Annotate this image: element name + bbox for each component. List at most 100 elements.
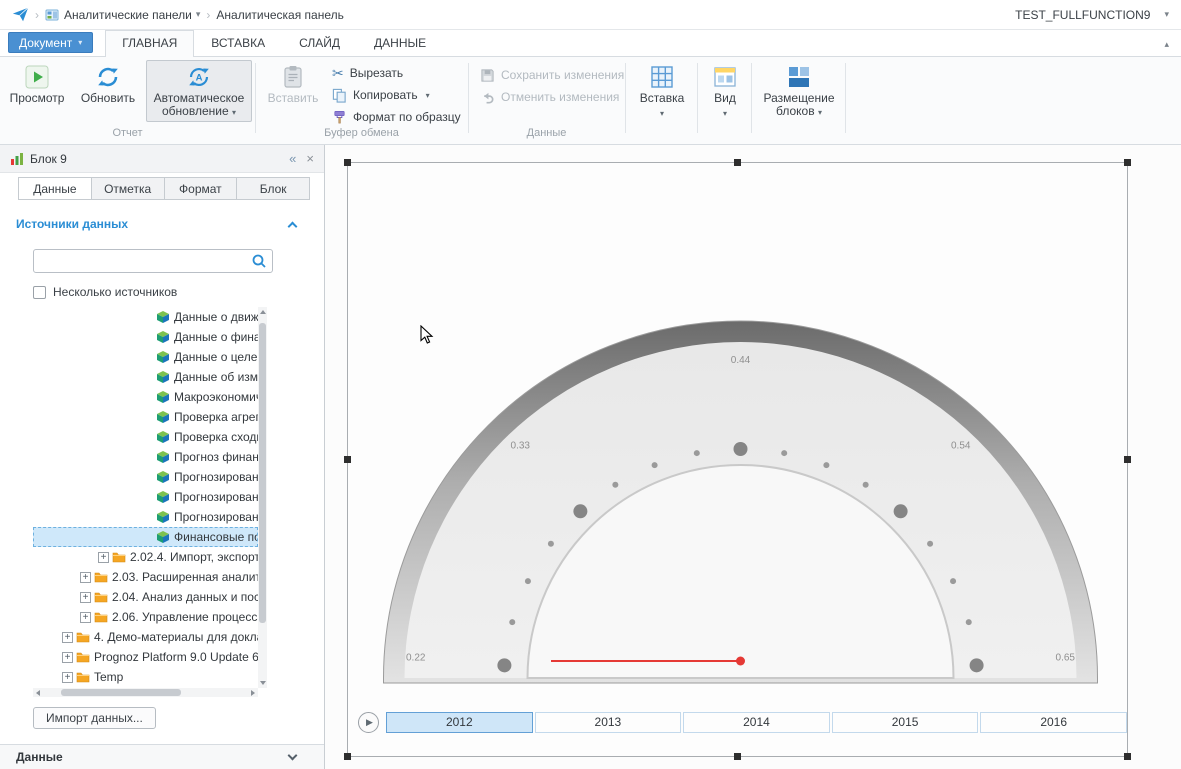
refresh-icon	[95, 64, 121, 90]
cube-icon	[156, 370, 170, 384]
gauge-minor-tick	[548, 541, 554, 547]
tree-item[interactable]: +Prognoz Platform 9.0 Update 6	[33, 647, 258, 667]
timeline-play-button[interactable]: ▶	[358, 712, 379, 733]
expand-toggle[interactable]: +	[80, 592, 91, 603]
refresh-button[interactable]: Обновить	[76, 60, 140, 105]
tree-item[interactable]: +4. Демо-материалы для доклад	[33, 627, 258, 647]
close-panel-icon[interactable]: ×	[306, 152, 314, 165]
cube-icon	[156, 470, 170, 484]
tree-item[interactable]: Прогнозировани	[33, 507, 258, 527]
gauge-minor-tick	[694, 450, 700, 456]
breadcrumb-panels[interactable]: Аналитические панели	[64, 8, 192, 22]
view-icon	[712, 64, 738, 90]
cube-icon	[156, 430, 170, 444]
svg-text:A: A	[196, 73, 203, 84]
multiple-sources-row: Несколько источников	[33, 285, 177, 299]
expand-toggle[interactable]: +	[62, 632, 73, 643]
expand-toggle[interactable]: +	[62, 652, 73, 663]
ribbon-tab-insert[interactable]: ВСТАВКА	[194, 30, 282, 56]
dashboard-canvas[interactable]: 0.220.330.440.540.65 ▶ 20122013201420152…	[325, 145, 1181, 769]
horizontal-scroll-thumb[interactable]	[61, 689, 181, 696]
tree-item[interactable]: +2.02.4. Импорт, экспорт	[33, 547, 258, 567]
folder-icon	[112, 550, 126, 564]
collapse-panel-icon[interactable]: «	[289, 152, 296, 165]
year-button-2012[interactable]: 2012	[386, 712, 533, 733]
vertical-scroll-thumb[interactable]	[259, 323, 266, 623]
multiple-sources-checkbox[interactable]	[33, 286, 46, 299]
ribbon-tab-slide[interactable]: СЛАЙД	[282, 30, 357, 56]
undo-changes-button[interactable]: Отменить изменения	[480, 87, 619, 107]
document-menu-button[interactable]: Документ▾	[8, 32, 93, 53]
cube-icon	[156, 310, 170, 324]
breadcrumb-current[interactable]: Аналитическая панель	[216, 8, 343, 22]
user-menu-caret-icon[interactable]: ▾	[1164, 9, 1169, 20]
format-painter-button[interactable]: Формат по образцу	[332, 107, 461, 127]
tree-item-label: Данные о финан	[174, 330, 258, 344]
panel-tab-selection[interactable]: Отметка	[92, 177, 165, 200]
tree-horizontal-scrollbar[interactable]	[33, 688, 258, 697]
expand-toggle[interactable]: +	[80, 612, 91, 623]
tree-item[interactable]: +2.04. Анализ данных и пост	[33, 587, 258, 607]
collapse-ribbon-icon[interactable]: ▴	[1164, 39, 1169, 50]
auto-refresh-toggle[interactable]: A Автоматическое обновление ▾	[146, 60, 252, 122]
scroll-down-button[interactable]	[258, 678, 267, 688]
expand-toggle[interactable]: +	[98, 552, 109, 563]
search-icon[interactable]	[251, 253, 267, 269]
refresh-label: Обновить	[81, 92, 135, 105]
panel-header: Блок 9 « ×	[0, 145, 324, 173]
sources-section-header[interactable]: Источники данных	[16, 217, 308, 231]
tree-vertical-scrollbar[interactable]	[258, 307, 267, 688]
user-menu-label[interactable]: TEST_FULLFUNCTION9	[1015, 8, 1150, 22]
cut-button[interactable]: ✂ Вырезать	[332, 63, 403, 83]
panel-tab-format[interactable]: Формат	[165, 177, 238, 200]
data-section-label: Данные	[16, 750, 63, 764]
gauge-minor-tick	[652, 462, 658, 468]
group-divider	[625, 63, 626, 133]
layout-blocks-button[interactable]: Размещение блоков ▾	[757, 60, 841, 119]
tree-item[interactable]: Проверка сходи	[33, 427, 258, 447]
scroll-left-button[interactable]	[33, 688, 43, 697]
panel-tab-data[interactable]: Данные	[18, 177, 92, 200]
tree-item[interactable]: Данные о движе	[33, 307, 258, 327]
tree-item[interactable]: +Temp	[33, 667, 258, 687]
tree-item[interactable]: Макроэкономич	[33, 387, 258, 407]
cube-icon	[156, 530, 170, 544]
tree-item[interactable]: Прогноз финанс	[33, 447, 258, 467]
block-settings-panel: Блок 9 « × Данные Отметка Формат Блок Ис…	[0, 145, 325, 769]
year-button-2013[interactable]: 2013	[535, 712, 682, 733]
tree-item[interactable]: +2.03. Расширенная аналити	[33, 567, 258, 587]
search-input[interactable]	[34, 250, 251, 272]
ribbon-tab-home[interactable]: ГЛАВНАЯ	[105, 30, 194, 57]
year-button-2015[interactable]: 2015	[832, 712, 979, 733]
data-section-header[interactable]: Данные	[0, 744, 324, 769]
preview-button[interactable]: Просмотр	[6, 60, 68, 105]
copy-button[interactable]: Копировать ▾	[332, 85, 430, 105]
view-button[interactable]: Вид ▾	[703, 60, 747, 120]
tree-item[interactable]: Данные о целев	[33, 347, 258, 367]
tree-item[interactable]: Прогнозировани	[33, 467, 258, 487]
tree-item[interactable]: Прогнозировани	[33, 487, 258, 507]
tree-item[interactable]: Данные о финан	[33, 327, 258, 347]
save-changes-button[interactable]: Сохранить изменения	[480, 65, 624, 85]
expand-toggle[interactable]: +	[80, 572, 91, 583]
year-button-2016[interactable]: 2016	[980, 712, 1127, 733]
scroll-up-button[interactable]	[258, 307, 267, 317]
panel-tabs: Данные Отметка Формат Блок	[18, 177, 310, 200]
tree-item[interactable]: +2.06. Управление процесса	[33, 607, 258, 627]
scroll-right-button[interactable]	[248, 688, 258, 697]
panel-tab-block[interactable]: Блок	[237, 177, 310, 200]
insert-block-button[interactable]: Вставка ▾	[633, 60, 691, 120]
folder-icon	[94, 610, 108, 624]
tree-item[interactable]: Финансовые пок	[33, 527, 258, 547]
ribbon-tab-data[interactable]: ДАННЫЕ	[357, 30, 443, 56]
expand-toggle[interactable]: +	[62, 672, 73, 683]
tree-item-label: 4. Демо-материалы для доклад	[94, 630, 258, 644]
paste-button[interactable]: Вставить	[263, 60, 323, 105]
app-logo-icon[interactable]	[12, 6, 29, 23]
import-data-button[interactable]: Импорт данных...	[33, 707, 156, 729]
gauge-block[interactable]: 0.220.330.440.540.65 ▶ 20122013201420152…	[347, 162, 1128, 757]
breadcrumb-caret-icon[interactable]: ▾	[196, 9, 201, 20]
tree-item[interactable]: Проверка агрега	[33, 407, 258, 427]
tree-item[interactable]: Данные об изме	[33, 367, 258, 387]
year-button-2014[interactable]: 2014	[683, 712, 830, 733]
